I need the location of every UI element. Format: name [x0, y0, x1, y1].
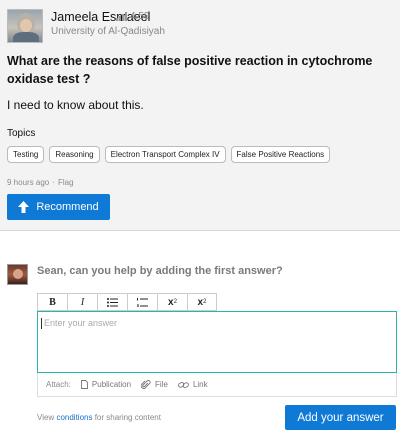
topic-chip[interactable]: False Positive Reactions: [230, 146, 331, 163]
question-card: Jameela Esmaeel 4.59 University of Al-Qa…: [0, 0, 400, 231]
bulleted-list-button[interactable]: [97, 293, 127, 311]
question-body: I need to know about this.: [7, 98, 144, 112]
add-answer-button[interactable]: Add your answer: [285, 405, 396, 430]
paperclip-icon: [141, 379, 151, 389]
time-ago: 9 hours ago: [7, 178, 50, 187]
numbered-list-button[interactable]: [127, 293, 157, 311]
link-icon: [178, 381, 189, 388]
author-institution[interactable]: University of Al-Qadisiyah: [51, 26, 165, 37]
attach-file-button[interactable]: File: [141, 379, 168, 390]
conditions-link[interactable]: conditions: [56, 413, 92, 422]
score-bars-icon: [116, 12, 127, 21]
bulleted-list-icon: [107, 297, 118, 307]
attach-link-button[interactable]: Link: [178, 380, 208, 389]
numbered-list-icon: [137, 297, 148, 307]
conditions-suffix: for sharing content: [94, 413, 161, 422]
attach-file-label: File: [155, 380, 168, 389]
author-score: 4.59: [116, 11, 149, 22]
editor-toolbar: B I x2 x2: [37, 293, 217, 311]
topics-heading: Topics: [7, 128, 36, 139]
question-title: What are the reasons of false positive r…: [7, 54, 373, 86]
conditions-prefix: View: [37, 413, 55, 422]
answer-placeholder: Enter your answer: [44, 318, 118, 328]
conditions-note: View conditions for sharing content: [37, 413, 161, 422]
answer-input[interactable]: Enter your answer: [37, 311, 397, 373]
author-avatar[interactable]: [7, 9, 43, 43]
attach-label: Attach:: [46, 380, 71, 389]
meta-separator: ·: [52, 178, 55, 187]
document-icon: [80, 380, 88, 389]
attach-bar: Attach: Publication File Link: [37, 373, 397, 397]
attach-publication-label: Publication: [91, 380, 132, 389]
italic-button[interactable]: I: [67, 293, 97, 311]
recommend-button[interactable]: Recommend: [7, 194, 110, 220]
text-caret: [41, 318, 42, 329]
answer-prompt: Sean, can you help by adding the first a…: [37, 265, 283, 277]
score-value: 4.59: [130, 11, 150, 22]
subscript-mark: 2: [173, 299, 177, 305]
user-avatar: [7, 264, 28, 285]
superscript-mark: 2: [203, 299, 207, 305]
attach-link-label: Link: [192, 380, 208, 389]
subscript-button[interactable]: x2: [157, 293, 187, 311]
attach-publication-button[interactable]: Publication: [80, 380, 132, 389]
bold-button[interactable]: B: [37, 293, 67, 311]
recommend-label: Recommend: [36, 201, 99, 213]
topic-chip[interactable]: Electron Transport Complex IV: [104, 146, 226, 163]
topic-chip[interactable]: Testing: [7, 146, 45, 163]
topic-chip[interactable]: Reasoning: [49, 146, 100, 163]
topics-list: Testing Reasoning Electron Transport Com…: [7, 146, 331, 163]
flag-link[interactable]: Flag: [58, 178, 74, 187]
question-meta: 9 hours ago · Flag: [7, 178, 74, 187]
superscript-button[interactable]: x2: [187, 293, 217, 311]
up-arrow-icon: [18, 201, 30, 213]
